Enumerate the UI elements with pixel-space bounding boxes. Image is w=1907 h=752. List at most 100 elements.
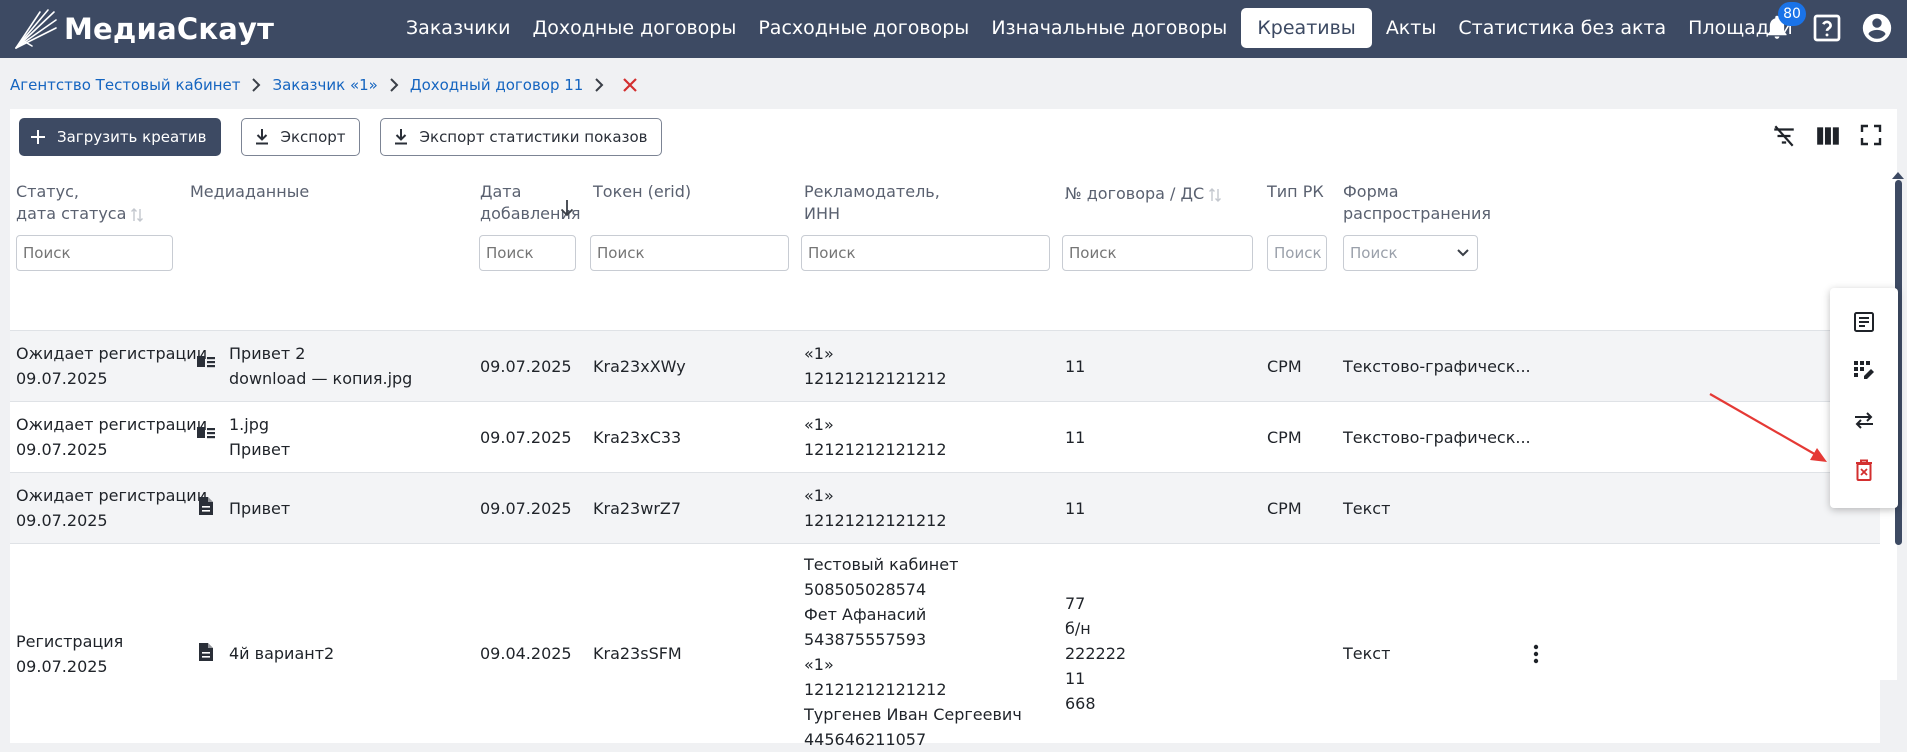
advertiser-line: 508505028574 xyxy=(804,580,927,599)
status-search-input[interactable] xyxy=(16,235,173,271)
scroll-up-arrow[interactable] xyxy=(1892,172,1904,179)
sort-icon[interactable] xyxy=(1208,187,1222,203)
form-select[interactable]: Поиск xyxy=(1343,235,1478,271)
column-header-advertiser-line2: ИНН xyxy=(804,204,841,223)
row-actions-menu xyxy=(1830,288,1898,508)
upload-creative-button[interactable]: Загрузить креатив xyxy=(19,118,221,156)
media-cell[interactable]: Привет 2 download — копия.jpg xyxy=(229,341,412,391)
column-header-status[interactable]: Статус, дата статуса xyxy=(16,181,144,225)
contract-cell: 77 б/н 222222 11 668 xyxy=(1065,591,1126,716)
columns-icon[interactable] xyxy=(1815,123,1841,149)
table-row[interactable]: Ожидает регистрации 09.07.2025 Привет 09… xyxy=(10,472,1880,543)
nav-initial-contracts[interactable]: Изначальные договоры xyxy=(980,8,1238,48)
nav-expense-contracts[interactable]: Расходные договоры xyxy=(747,8,980,48)
media-cell[interactable]: Привет xyxy=(229,496,290,521)
status-text: Регистрация xyxy=(16,632,124,651)
column-header-contract-label: № договора / ДС xyxy=(1065,184,1205,203)
media-line: Привет xyxy=(229,440,291,459)
contract-cell: 11 xyxy=(1065,428,1086,447)
media-line: 1.jpg xyxy=(229,415,270,434)
chevron-down-icon xyxy=(1457,249,1469,257)
advertiser-search-input[interactable] xyxy=(801,235,1050,271)
type-select[interactable]: Поиск xyxy=(1267,235,1327,271)
contract-search-input[interactable] xyxy=(1062,235,1253,271)
media-cell[interactable]: 1.jpg Привет xyxy=(229,412,290,462)
media-cell[interactable]: 4й вариант2 xyxy=(229,641,334,666)
article-icon xyxy=(1854,312,1874,332)
breadcrumb-clear-button[interactable] xyxy=(615,70,645,100)
date-added-cell: 09.07.2025 xyxy=(480,357,572,376)
more-vert-icon[interactable] xyxy=(1531,643,1541,665)
document-icon xyxy=(199,497,213,515)
sort-icon[interactable] xyxy=(130,207,144,223)
help-icon xyxy=(1813,14,1841,42)
advertiser-line: «1» xyxy=(804,344,834,363)
advertiser-line: Фет Афанасий xyxy=(804,605,927,624)
export-button[interactable]: Экспорт xyxy=(240,118,360,156)
status-date: 09.07.2025 xyxy=(16,657,108,676)
logo-icon xyxy=(15,9,57,49)
details-action[interactable] xyxy=(1850,308,1878,336)
status-cell: Ожидает регистрации 09.07.2025 xyxy=(16,341,207,391)
chevron-right-icon xyxy=(240,70,272,100)
table-row[interactable]: Регистрация 09.07.2025 4й вариант2 09.04… xyxy=(10,543,1880,749)
breadcrumb-customer[interactable]: Заказчик «1» xyxy=(272,76,377,94)
column-header-advertiser[interactable]: Рекламодатель, ИНН xyxy=(804,181,940,225)
advertiser-line: «1» xyxy=(804,655,834,674)
account-button[interactable] xyxy=(1857,8,1897,48)
nav-income-contracts[interactable]: Доходные договоры xyxy=(521,8,747,48)
header-actions: 80 xyxy=(1757,2,1897,48)
date-search-input[interactable] xyxy=(479,235,576,271)
export-label: Экспорт xyxy=(280,128,346,146)
notifications-button[interactable]: 80 xyxy=(1757,2,1806,48)
breadcrumb: Агентство Тестовый кабинет Заказчик «1» … xyxy=(10,70,645,100)
nav-stats-without-act[interactable]: Статистика без акта xyxy=(1447,8,1677,48)
export-stats-button[interactable]: Экспорт статистики показов xyxy=(379,118,662,156)
token-search-input[interactable] xyxy=(590,235,789,271)
top-navigation-bar: МедиаСкаут Заказчики Доходные договоры Р… xyxy=(0,0,1907,58)
nav-acts[interactable]: Акты xyxy=(1375,8,1448,48)
fullscreen-icon[interactable] xyxy=(1859,123,1883,147)
plus-icon xyxy=(31,130,45,144)
status-date: 09.07.2025 xyxy=(16,511,108,530)
chevron-right-icon xyxy=(583,70,615,100)
arrow-down-icon[interactable] xyxy=(560,199,574,217)
column-header-media[interactable]: Медиаданные xyxy=(190,181,309,203)
breadcrumb-agency[interactable]: Агентство Тестовый кабинет xyxy=(10,76,240,94)
advertiser-line: 12121212121212 xyxy=(804,369,947,388)
table-row[interactable]: Ожидает регистрации 09.07.2025 1.jpg При… xyxy=(10,401,1880,472)
status-date: 09.07.2025 xyxy=(16,440,108,459)
advertiser-cell: «1» 12121212121212 xyxy=(804,412,947,462)
edit-grid-action[interactable] xyxy=(1850,357,1878,385)
export-stats-label: Экспорт статистики показов xyxy=(419,128,648,146)
date-added-cell: 09.07.2025 xyxy=(480,499,572,518)
form-select-placeholder: Поиск xyxy=(1350,244,1398,262)
column-header-form-line1: Форма xyxy=(1343,182,1399,201)
type-cell: CPM xyxy=(1267,428,1302,447)
help-button[interactable] xyxy=(1807,8,1847,48)
toolbar: Загрузить креатив Экспорт Экспорт статис… xyxy=(19,118,662,158)
image-text-icon xyxy=(197,356,215,368)
advertiser-line: «1» xyxy=(804,415,834,434)
nav-creatives[interactable]: Креативы xyxy=(1241,8,1372,48)
breadcrumb-contract[interactable]: Доходный договор 11 xyxy=(410,76,584,94)
filter-off-icon[interactable] xyxy=(1771,123,1797,149)
delete-action[interactable] xyxy=(1850,456,1878,484)
status-text: Ожидает регистрации xyxy=(16,486,208,505)
column-header-type[interactable]: Тип РК xyxy=(1267,181,1324,203)
table-row[interactable]: Ожидает регистрации 09.07.2025 Привет 2 … xyxy=(10,330,1880,401)
status-text: Ожидает регистрации xyxy=(16,415,208,434)
contract-line: 222222 xyxy=(1065,644,1127,663)
advertiser-line: 12121212121212 xyxy=(804,680,947,699)
creatives-panel: Загрузить креатив Экспорт Экспорт статис… xyxy=(10,109,1897,749)
transfer-action[interactable] xyxy=(1850,406,1878,434)
advertiser-line: Тестовый кабинет xyxy=(804,555,959,574)
table-tools xyxy=(1771,123,1883,149)
column-header-form[interactable]: Форма распространения xyxy=(1343,181,1491,225)
column-header-token[interactable]: Токен (erid) xyxy=(593,181,691,203)
logo[interactable]: МедиаСкаут xyxy=(12,4,274,54)
nav-customers[interactable]: Заказчики xyxy=(395,8,521,48)
advertiser-line: «1» xyxy=(804,486,834,505)
column-header-contract[interactable]: № договора / ДС xyxy=(1065,183,1222,205)
notifications-badge: 80 xyxy=(1778,2,1806,26)
